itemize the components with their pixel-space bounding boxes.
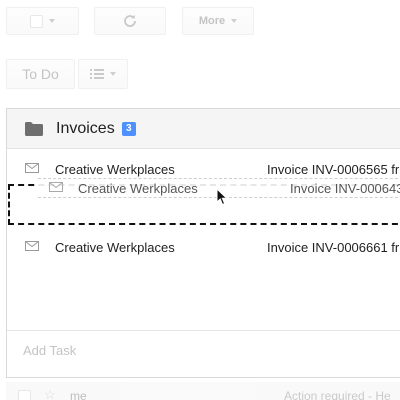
row-sender: Creative Werkplaces	[55, 240, 175, 255]
dragged-sender: Creative Werkplaces	[78, 181, 198, 196]
select-all-button[interactable]	[6, 7, 79, 35]
panel-header: Invoices 3	[7, 109, 400, 149]
invoices-panel: Invoices 3 Creative Werkplaces Invoice I…	[6, 108, 400, 378]
envelope-icon	[25, 163, 39, 173]
row-checkbox[interactable]	[18, 390, 31, 400]
chevron-down-icon	[231, 19, 238, 23]
list-item[interactable]: Creative Werkplaces Invoice INV-0006661 …	[7, 236, 400, 258]
list-options-button[interactable]	[78, 59, 128, 89]
more-button[interactable]: More	[182, 7, 254, 35]
list-icon	[90, 69, 104, 79]
row-sender: Creative Werkplaces	[55, 162, 175, 177]
select-all-checkbox[interactable]	[30, 14, 43, 28]
task-list-button[interactable]: To Do	[6, 59, 75, 89]
dragged-subject: Invoice INV-000643	[290, 181, 400, 196]
mouse-cursor-icon	[216, 188, 228, 206]
table-row[interactable]: ☆ me Action required - He	[6, 382, 400, 400]
star-icon[interactable]: ☆	[44, 387, 56, 400]
list-item[interactable]: Creative Werkplaces Invoice INV-0006565 …	[7, 158, 400, 180]
task-list-label: To Do	[22, 66, 59, 82]
envelope-icon	[49, 182, 63, 192]
chevron-down-icon	[49, 19, 55, 23]
folder-icon	[25, 122, 43, 136]
row-sender: me	[70, 389, 87, 400]
row-subject: Invoice INV-0006661 fr	[267, 240, 400, 255]
count-badge: 3	[122, 122, 136, 136]
more-button-label: More	[198, 15, 226, 27]
row-subject: Action required - He	[284, 389, 391, 400]
divider	[7, 330, 400, 331]
refresh-button[interactable]	[94, 7, 166, 35]
refresh-icon	[124, 14, 136, 27]
add-task-input[interactable]: Add Task	[23, 343, 76, 358]
row-subject: Invoice INV-0006565 fr	[267, 162, 400, 177]
envelope-icon	[25, 241, 39, 251]
panel-title: Invoices	[56, 120, 115, 137]
chevron-down-icon	[110, 72, 116, 76]
